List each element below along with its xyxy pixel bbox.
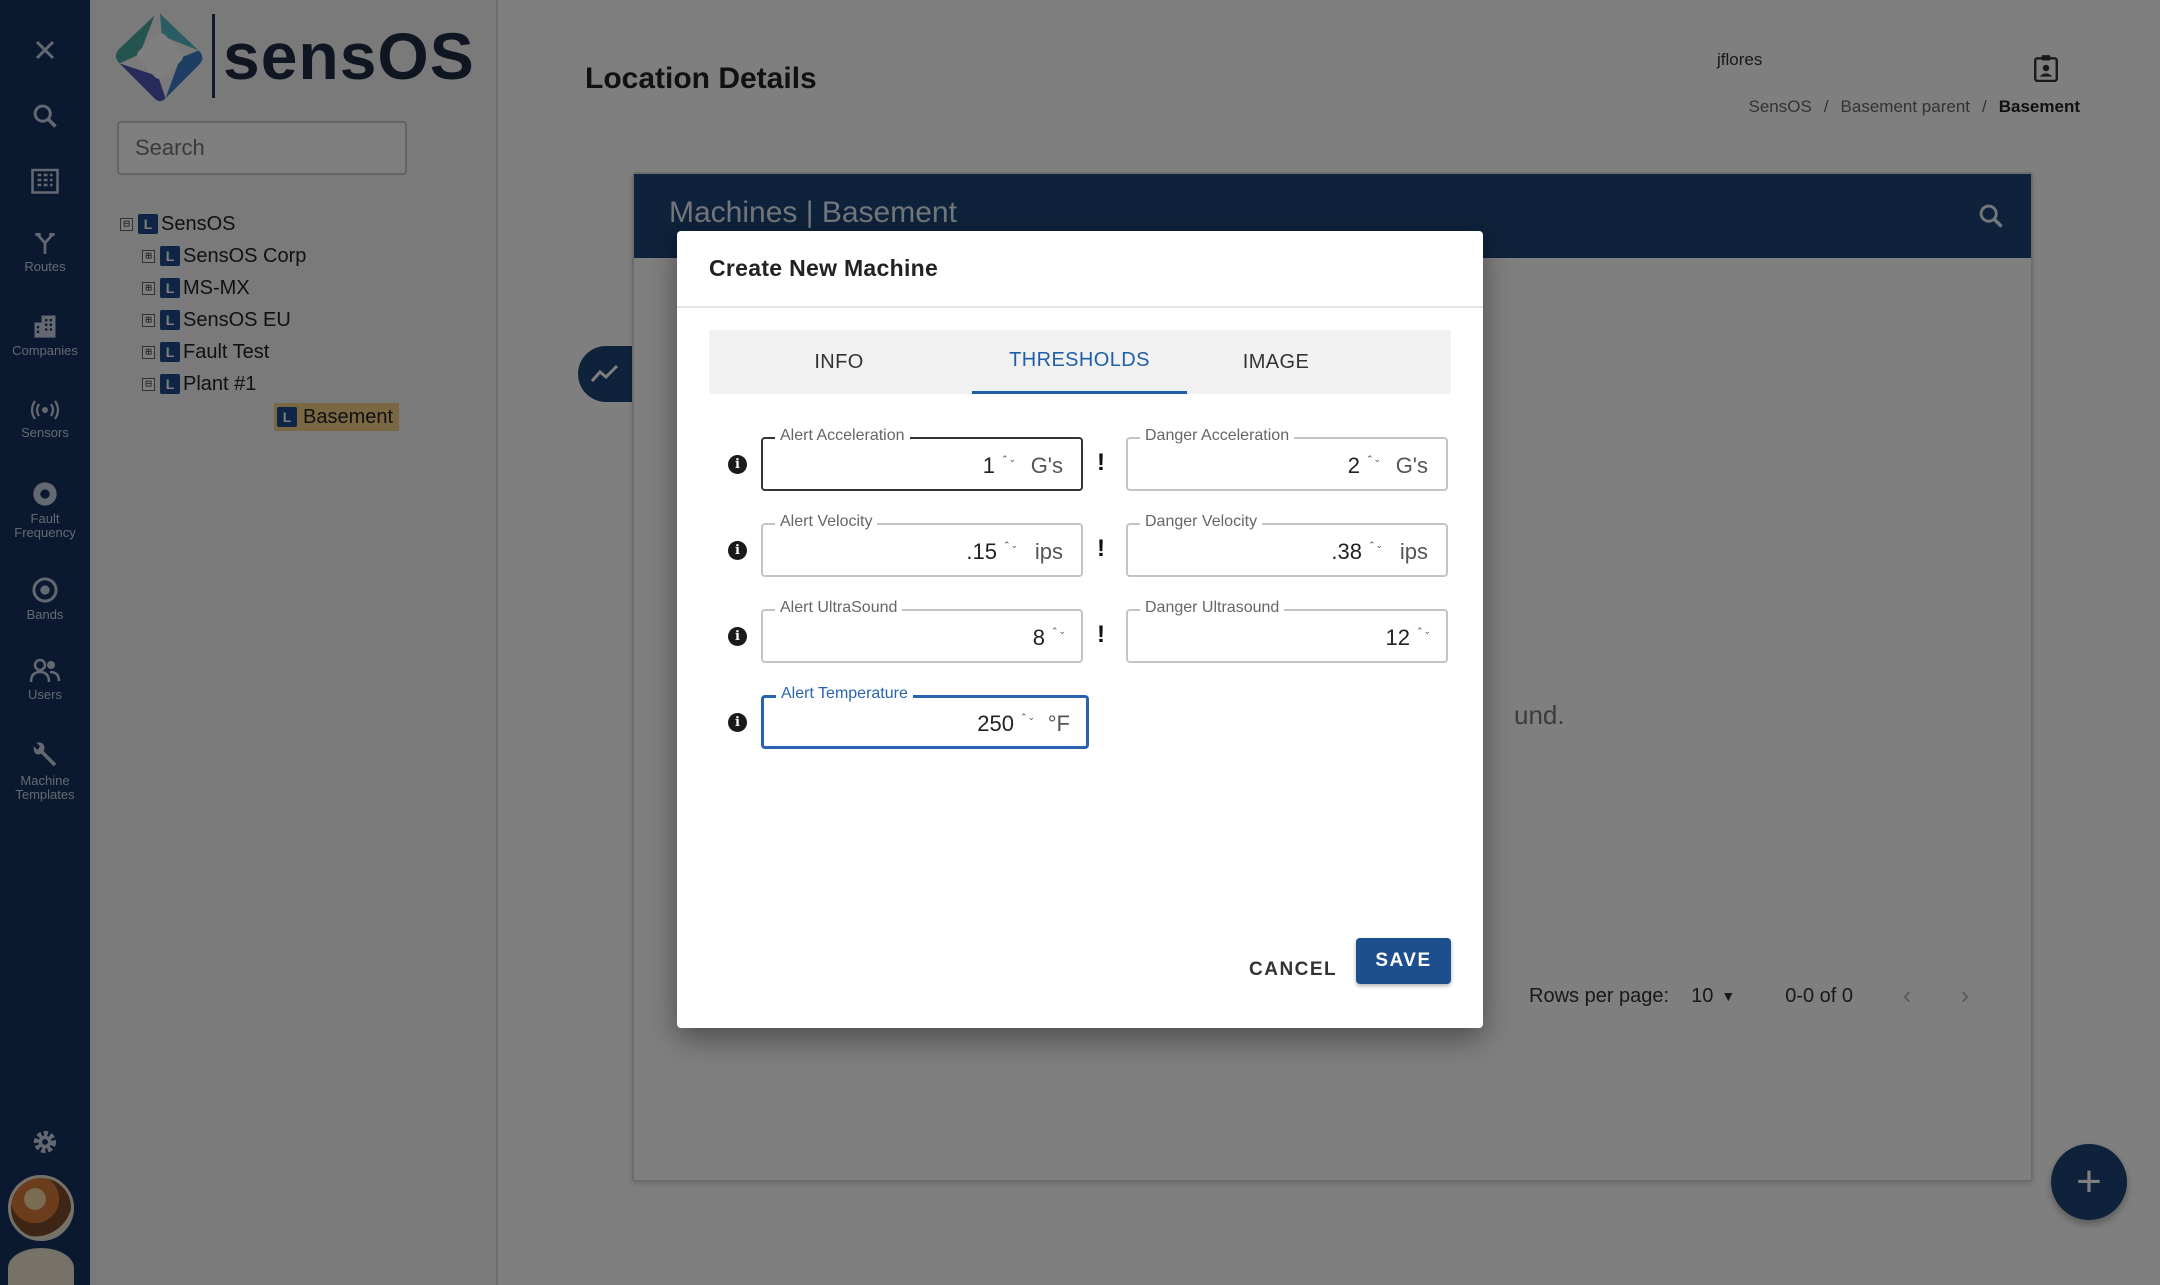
danger-acceleration-input[interactable]: 2 [1348,453,1360,479]
spinner-icon[interactable]: ⌃⌄ [1416,626,1431,636]
cancel-button[interactable]: CANCEL [1241,947,1345,993]
unit-label: G's [1030,453,1063,478]
alert-ultrasound-field[interactable]: Alert UltraSound 8 ⌃⌄ [761,599,1083,663]
spinner-icon[interactable]: ⌃⌄ [1003,540,1018,550]
alert-acceleration-field[interactable]: Alert Acceleration 1 ⌃⌄ G's [761,427,1083,491]
save-button[interactable]: SAVE [1356,938,1451,984]
info-icon[interactable]: i [728,627,747,646]
info-icon[interactable]: i [728,455,747,474]
field-label: Danger Ultrasound [1140,599,1285,617]
alert-ultrasound-input[interactable]: 8 [1033,625,1045,651]
field-label: Alert UltraSound [775,599,903,617]
unit-label: °F [1047,711,1070,736]
warning-icon[interactable]: ! [1096,449,1106,477]
warning-icon[interactable]: ! [1096,535,1106,563]
alert-velocity-field[interactable]: Alert Velocity .15 ⌃⌄ ips [761,513,1083,577]
field-label: Alert Acceleration [775,427,910,445]
field-label: Alert Velocity [775,513,878,531]
spinner-icon[interactable]: ⌃⌄ [1368,540,1383,550]
dialog-divider [677,306,1483,308]
dialog-title: Create New Machine [709,255,939,281]
dialog-tabs: INFO THRESHOLDS IMAGE [709,330,1451,394]
alert-acceleration-input[interactable]: 1 [983,453,995,479]
field-label: Danger Acceleration [1140,427,1295,445]
info-icon[interactable]: i [728,713,747,732]
danger-velocity-input[interactable]: .38 [1331,539,1362,565]
alert-temperature-input[interactable]: 250 [977,711,1014,737]
tab-thresholds[interactable]: THRESHOLDS [972,330,1187,394]
danger-ultrasound-input[interactable]: 12 [1386,625,1410,651]
spinner-icon[interactable]: ⌃⌄ [1366,454,1381,464]
tab-info[interactable]: INFO [764,330,914,394]
field-label: Danger Velocity [1140,513,1263,531]
unit-label: ips [1399,539,1428,564]
spinner-icon[interactable]: ⌃⌄ [1051,626,1066,636]
warning-icon[interactable]: ! [1096,621,1106,649]
danger-ultrasound-field[interactable]: Danger Ultrasound 12 ⌃⌄ [1126,599,1448,663]
alert-velocity-input[interactable]: .15 [966,539,997,565]
alert-temperature-field[interactable]: Alert Temperature 250 ⌃⌄ °F [761,685,1089,749]
tab-image[interactable]: IMAGE [1201,330,1351,394]
create-machine-dialog: Create New Machine INFO THRESHOLDS IMAGE… [677,231,1483,1028]
danger-velocity-field[interactable]: Danger Velocity .38 ⌃⌄ ips [1126,513,1448,577]
spinner-icon[interactable]: ⌃⌄ [1001,454,1016,464]
unit-label: G's [1395,453,1428,478]
unit-label: ips [1034,539,1063,564]
spinner-icon[interactable]: ⌃⌄ [1020,712,1035,722]
info-icon[interactable]: i [728,541,747,560]
danger-acceleration-field[interactable]: Danger Acceleration 2 ⌃⌄ G's [1126,427,1448,491]
field-label: Alert Temperature [776,685,913,703]
